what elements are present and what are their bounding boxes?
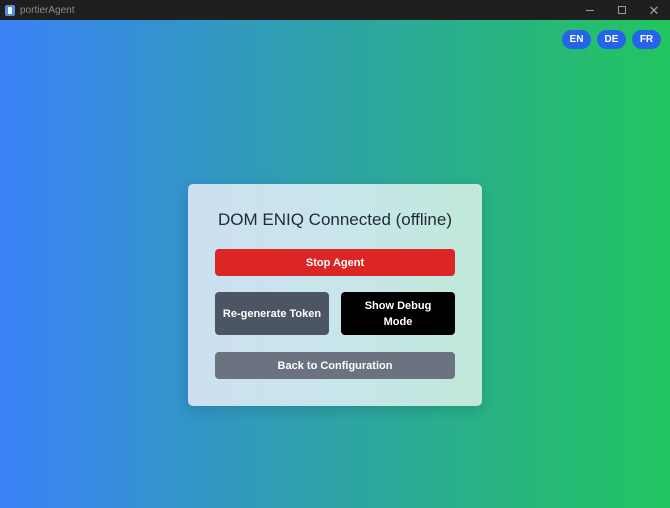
stop-agent-button[interactable]: Stop Agent <box>215 249 455 276</box>
language-button-en[interactable]: EN <box>562 30 591 49</box>
back-to-configuration-button[interactable]: Back to Configuration <box>215 352 455 379</box>
minimize-button[interactable] <box>574 0 606 20</box>
status-card: DOM ENIQ Connected (offline) Stop Agent … <box>188 184 482 406</box>
language-switcher: EN DE FR <box>562 30 661 49</box>
window-titlebar: portierAgent ✕ <box>0 0 670 20</box>
window-controls: ✕ <box>574 0 670 20</box>
connection-status-title: DOM ENIQ Connected (offline) <box>218 210 452 229</box>
close-icon: ✕ <box>648 2 660 18</box>
minimize-icon <box>586 9 594 11</box>
window-title: portierAgent <box>20 4 75 16</box>
language-button-de[interactable]: DE <box>597 30 626 49</box>
app-icon <box>5 4 15 16</box>
maximize-icon <box>618 6 626 14</box>
app-background: EN DE FR DOM ENIQ Connected (offline) St… <box>0 20 670 508</box>
regenerate-token-button[interactable]: Re-generate Token <box>215 292 329 335</box>
language-button-fr[interactable]: FR <box>632 30 661 49</box>
show-debug-mode-button[interactable]: Show Debug Mode <box>341 292 455 335</box>
maximize-button[interactable] <box>606 0 638 20</box>
close-button[interactable]: ✕ <box>638 0 670 20</box>
